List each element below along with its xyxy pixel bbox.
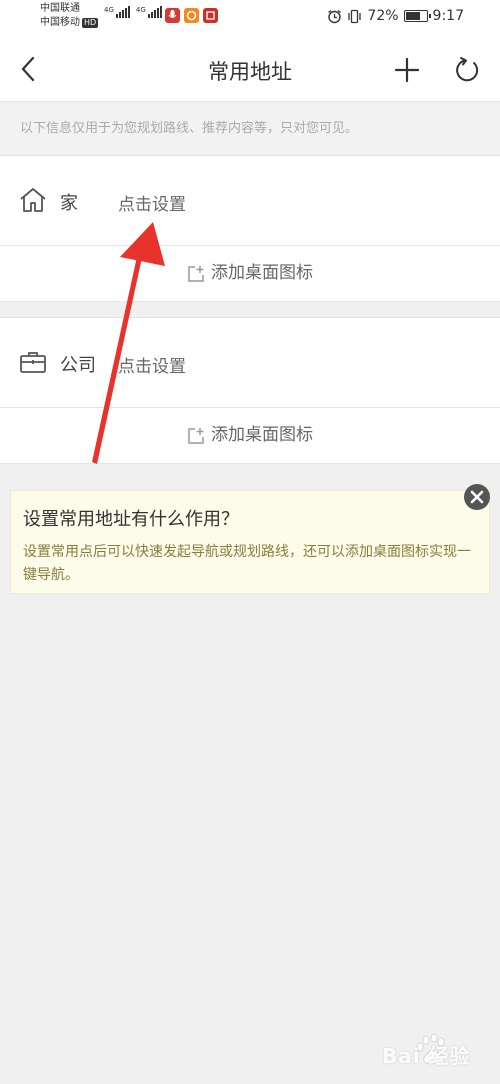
add-shortcut-button[interactable]: 添加桌面图标 bbox=[0, 408, 500, 463]
app-icon-orange bbox=[184, 8, 199, 23]
signal-label: 4G bbox=[104, 6, 114, 14]
add-button[interactable] bbox=[390, 53, 424, 87]
set-address-button[interactable]: 点击设置 bbox=[118, 352, 186, 377]
hd-badge: HD bbox=[82, 18, 99, 28]
signal-icon: 4G bbox=[104, 6, 130, 18]
status-right: 72% 9:17 bbox=[327, 8, 464, 24]
home-icon bbox=[20, 188, 46, 212]
address-card-company: 公司 点击设置 添加桌面图标 bbox=[0, 317, 500, 464]
close-icon bbox=[464, 484, 490, 510]
refresh-icon bbox=[456, 57, 479, 82]
signal-indicators: 4G 4G bbox=[104, 6, 162, 18]
address-name: 家 bbox=[60, 193, 78, 214]
add-shortcut-label: 添加桌面图标 bbox=[211, 263, 313, 283]
add-shortcut-icon bbox=[188, 265, 204, 282]
status-bar: 中国联通 中国移动 HD 4G 4G 72% 9:17 bbox=[0, 0, 500, 36]
help-tip-card: 设置常用地址有什么作用？ 设置常用点后可以快速发起导航或规划路线，还可以添加桌面… bbox=[10, 490, 490, 594]
help-body: 设置常用点后可以快速发起导航或规划路线，还可以添加桌面图标实现一键导航。 bbox=[23, 544, 471, 583]
carrier-1: 中国联通 bbox=[40, 3, 80, 14]
address-row-home[interactable]: 家 点击设置 bbox=[0, 156, 500, 246]
add-shortcut-icon bbox=[188, 427, 204, 444]
set-address-button[interactable]: 点击设置 bbox=[118, 190, 186, 215]
notification-icons bbox=[165, 8, 218, 23]
carrier-2: 中国移动 bbox=[40, 17, 80, 28]
add-shortcut-button[interactable]: 添加桌面图标 bbox=[0, 246, 500, 301]
watermark-text: Bai 经验 bbox=[382, 1044, 471, 1068]
add-shortcut-label: 添加桌面图标 bbox=[211, 425, 313, 445]
alarm-icon bbox=[328, 9, 342, 23]
app-icon-red bbox=[203, 8, 218, 23]
header-bar: 常用地址 bbox=[0, 36, 500, 102]
briefcase-icon bbox=[20, 352, 46, 373]
address-card-home: 家 点击设置 添加桌面图标 bbox=[0, 155, 500, 302]
address-name: 公司 bbox=[60, 355, 96, 376]
address-row-company[interactable]: 公司 点击设置 bbox=[0, 318, 500, 408]
refresh-button[interactable] bbox=[450, 53, 484, 87]
battery-percent: 72% bbox=[367, 8, 399, 24]
signal-icon: 4G bbox=[136, 6, 162, 18]
carrier-info: 中国联通 中国移动 HD bbox=[40, 2, 99, 30]
help-title: 设置常用地址有什么作用？ bbox=[23, 509, 239, 530]
signal-label: 4G bbox=[135, 6, 146, 14]
page-title: 常用地址 bbox=[208, 60, 292, 84]
privacy-notice: 以下信息仅用于为您规划路线、推荐内容等，只对您可见。 bbox=[0, 103, 500, 155]
clock: 9:17 bbox=[432, 8, 464, 24]
mic-app-icon bbox=[165, 8, 180, 23]
vibrate-icon bbox=[348, 9, 362, 23]
battery-icon bbox=[403, 10, 431, 22]
close-tip-button[interactable] bbox=[462, 482, 492, 512]
plus-icon bbox=[394, 57, 420, 83]
